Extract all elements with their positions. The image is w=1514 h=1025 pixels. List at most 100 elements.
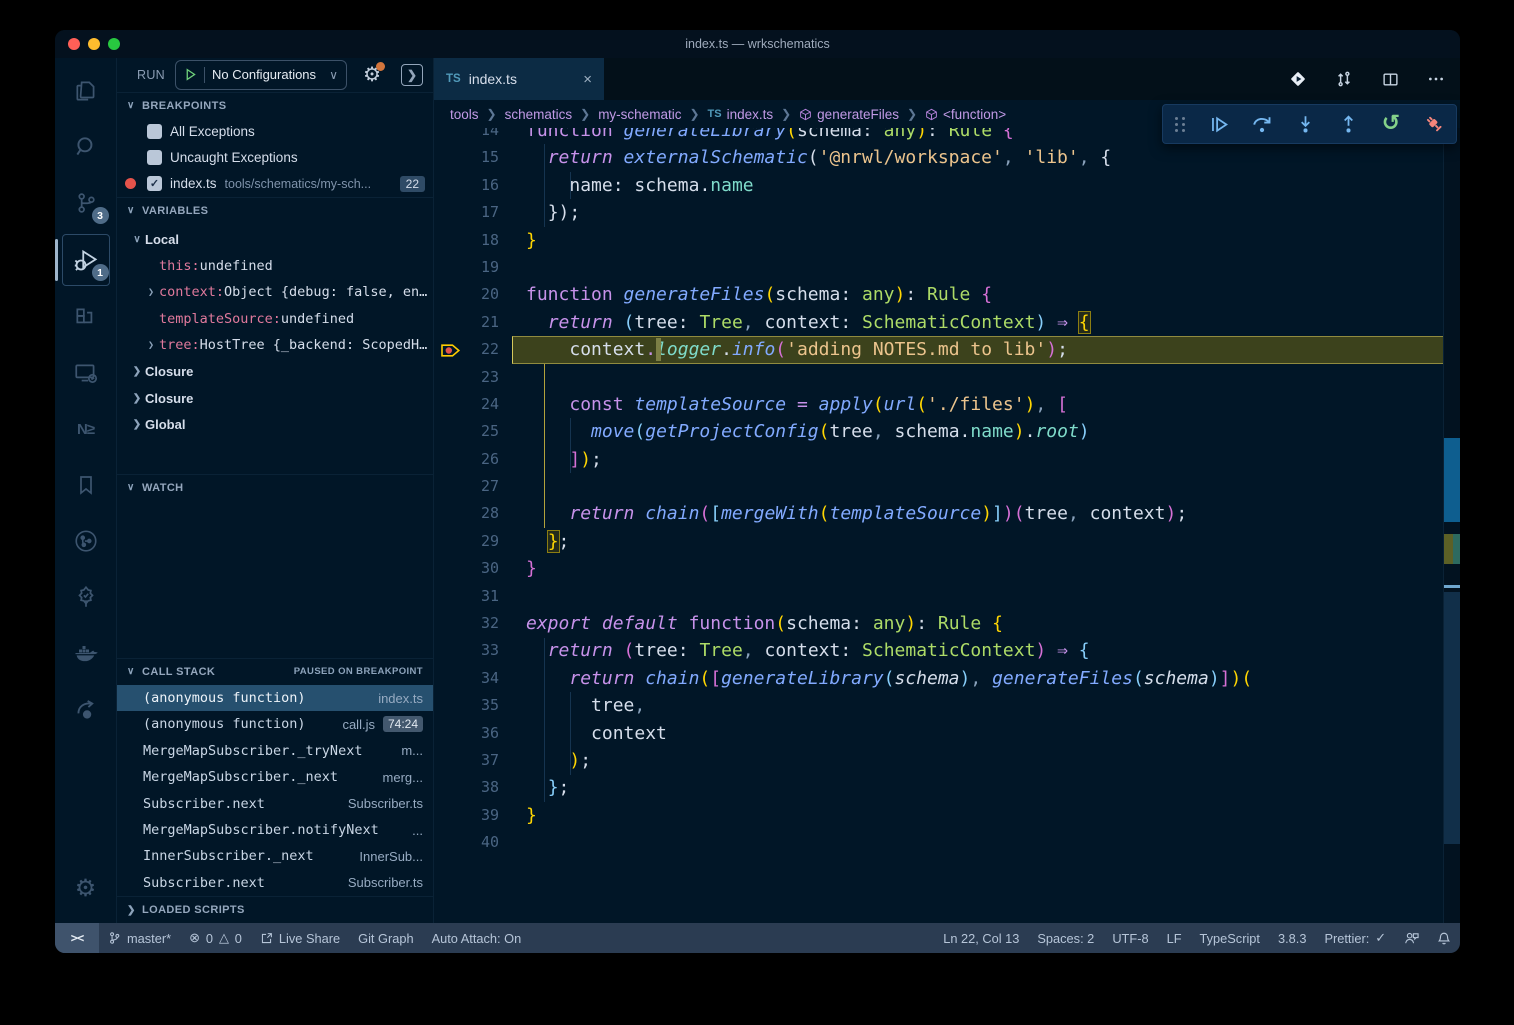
code-line[interactable]: 39} bbox=[434, 802, 1444, 829]
docker-icon[interactable] bbox=[63, 628, 109, 678]
debug-settings-gear[interactable]: ⚙ bbox=[363, 64, 381, 86]
step-into-icon[interactable] bbox=[1295, 113, 1315, 135]
live-share-item[interactable]: Live Share bbox=[251, 923, 349, 953]
variable-row[interactable]: ∨Local bbox=[117, 226, 433, 253]
line-number[interactable]: 19 bbox=[434, 254, 499, 281]
tab-index-ts[interactable]: TS index.ts × bbox=[434, 58, 604, 100]
disconnect-icon[interactable] bbox=[1424, 113, 1444, 135]
line-number[interactable]: 40 bbox=[434, 829, 499, 856]
variable-row[interactable]: ❯tree: HostTree {_backend: ScopedH… bbox=[117, 332, 433, 359]
code-line[interactable]: 21 return (tree: Tree, context: Schemati… bbox=[434, 309, 1444, 336]
line-number[interactable]: 16 bbox=[434, 172, 499, 199]
breakpoint-uncaught-exceptions[interactable]: Uncaught Exceptions bbox=[117, 145, 433, 171]
encoding-item[interactable]: UTF-8 bbox=[1103, 923, 1157, 953]
code-line[interactable]: 17 }); bbox=[434, 199, 1444, 226]
paused-breakpoint-icon[interactable] bbox=[440, 342, 462, 359]
line-number[interactable]: 35 bbox=[434, 692, 499, 719]
line-number[interactable]: 29 bbox=[434, 528, 499, 555]
close-window-button[interactable] bbox=[68, 38, 80, 50]
remote-indicator[interactable]: >< bbox=[55, 923, 99, 953]
feedback-item[interactable] bbox=[1395, 923, 1428, 953]
code-line[interactable]: 23 bbox=[434, 364, 1444, 391]
extensions-icon[interactable] bbox=[63, 292, 109, 342]
callstack-frame[interactable]: MergeMapSubscriber._nextmerg... bbox=[117, 764, 433, 790]
code-line[interactable]: 15 return externalSchematic('@nrwl/works… bbox=[434, 144, 1444, 171]
line-number[interactable]: 28 bbox=[434, 500, 499, 527]
remote-explorer-icon[interactable] bbox=[63, 348, 109, 398]
line-number[interactable]: 23 bbox=[434, 364, 499, 391]
variable-row[interactable]: ❯Global bbox=[117, 411, 433, 438]
line-number[interactable]: 36 bbox=[434, 720, 499, 747]
callstack-frame[interactable]: MergeMapSubscriber.notifyNext... bbox=[117, 817, 433, 843]
code-line[interactable]: 40 bbox=[434, 829, 1444, 856]
checkbox-unchecked[interactable] bbox=[147, 150, 162, 165]
start-debug-icon[interactable] bbox=[184, 68, 197, 81]
line-number[interactable]: 32 bbox=[434, 610, 499, 637]
problems-item[interactable]: ⊗0 △0 bbox=[180, 923, 251, 953]
line-number[interactable]: 25 bbox=[434, 418, 499, 445]
line-number[interactable]: 39 bbox=[434, 802, 499, 829]
line-number[interactable]: 21 bbox=[434, 309, 499, 336]
breadcrumb-item[interactable]: my-schematic bbox=[598, 107, 681, 122]
line-number[interactable]: 38 bbox=[434, 774, 499, 801]
line-number[interactable]: 20 bbox=[434, 281, 499, 308]
callstack-frame[interactable]: InnerSubscriber._nextInnerSub... bbox=[117, 843, 433, 869]
minimize-window-button[interactable] bbox=[88, 38, 100, 50]
line-number[interactable]: 33 bbox=[434, 637, 499, 664]
nx-console-icon[interactable]: N≥ bbox=[63, 404, 109, 454]
eol-item[interactable]: LF bbox=[1158, 923, 1191, 953]
code-line[interactable]: 38 }; bbox=[434, 774, 1444, 801]
breakpoint-file-row[interactable]: ✓ index.ts tools/schematics/my-sch... 22 bbox=[117, 171, 433, 197]
code-line[interactable]: 36 context bbox=[434, 720, 1444, 747]
variable-row[interactable]: ❯Closure bbox=[117, 385, 433, 412]
variable-row[interactable]: this: undefined bbox=[117, 252, 433, 279]
code-line[interactable]: 16 name: schema.name bbox=[434, 172, 1444, 199]
toolbar-drag-handle[interactable] bbox=[1175, 117, 1186, 132]
callstack-frame[interactable]: (anonymous function)call.js74:24 bbox=[117, 711, 433, 737]
code-line[interactable]: 33 return (tree: Tree, context: Schemati… bbox=[434, 637, 1444, 664]
callstack-frame[interactable]: MergeMapSubscriber._tryNextm... bbox=[117, 738, 433, 764]
line-number[interactable]: 15 bbox=[434, 144, 499, 171]
git-branch-item[interactable]: master* bbox=[99, 923, 180, 953]
code-line[interactable]: 22 context.logger.info('adding NOTES.md … bbox=[434, 336, 1444, 363]
git-graph-icon[interactable] bbox=[63, 516, 109, 566]
code-line[interactable]: 32export default function(schema: any): … bbox=[434, 610, 1444, 637]
code-line[interactable]: 35 tree, bbox=[434, 692, 1444, 719]
continue-icon[interactable] bbox=[1209, 113, 1229, 135]
breadcrumb-item[interactable]: schematics bbox=[505, 107, 573, 122]
breadcrumb-item[interactable]: tools bbox=[450, 107, 479, 122]
close-tab-icon[interactable]: × bbox=[583, 71, 592, 88]
line-number[interactable]: 31 bbox=[434, 583, 499, 610]
todo-tree-icon[interactable] bbox=[63, 572, 109, 622]
open-changes-icon[interactable] bbox=[1334, 68, 1354, 90]
search-icon[interactable] bbox=[63, 122, 109, 172]
debug-console-button[interactable]: ❯ bbox=[401, 64, 423, 86]
checkbox-unchecked[interactable] bbox=[147, 124, 162, 139]
cursor-position-item[interactable]: Ln 22, Col 13 bbox=[934, 923, 1028, 953]
zoom-window-button[interactable] bbox=[108, 38, 120, 50]
ts-version-item[interactable]: 3.8.3 bbox=[1269, 923, 1315, 953]
loaded-scripts-header[interactable]: ❯ LOADED SCRIPTS bbox=[117, 896, 433, 923]
code-line[interactable]: 26 ]); bbox=[434, 446, 1444, 473]
line-number[interactable]: 18 bbox=[434, 227, 499, 254]
callstack-frame[interactable]: Subscriber.nextSubscriber.ts bbox=[117, 790, 433, 816]
code-line[interactable]: 20function generateFiles(schema: any): R… bbox=[434, 281, 1444, 308]
run-debug-icon[interactable]: 1 bbox=[62, 234, 110, 286]
code-line[interactable]: 24 const templateSource = apply(url('./f… bbox=[434, 391, 1444, 418]
line-number[interactable]: 27 bbox=[434, 473, 499, 500]
language-item[interactable]: TypeScript bbox=[1191, 923, 1269, 953]
breadcrumb-item[interactable]: TSindex.ts bbox=[708, 107, 774, 122]
code-line[interactable]: 28 return chain([mergeWith(templateSourc… bbox=[434, 500, 1444, 527]
code-editor[interactable]: 14function generateLibrary(schema: any):… bbox=[434, 128, 1460, 923]
line-number[interactable]: 17 bbox=[434, 199, 499, 226]
checkbox-checked[interactable]: ✓ bbox=[147, 176, 162, 191]
source-control-icon[interactable]: 3 bbox=[63, 178, 109, 228]
git-graph-item[interactable]: Git Graph bbox=[349, 923, 422, 953]
variables-header[interactable]: ∨ VARIABLES bbox=[117, 197, 433, 224]
run-code-icon[interactable] bbox=[1288, 68, 1308, 90]
breadcrumb-item[interactable]: <function> bbox=[925, 107, 1006, 122]
code-line[interactable]: 34 return chain([generateLibrary(schema)… bbox=[434, 665, 1444, 692]
breadcrumb-item[interactable]: generateFiles bbox=[799, 107, 899, 122]
callstack-frame[interactable]: Subscriber.nextSubscriber.ts bbox=[117, 870, 433, 896]
line-number[interactable]: 30 bbox=[434, 555, 499, 582]
